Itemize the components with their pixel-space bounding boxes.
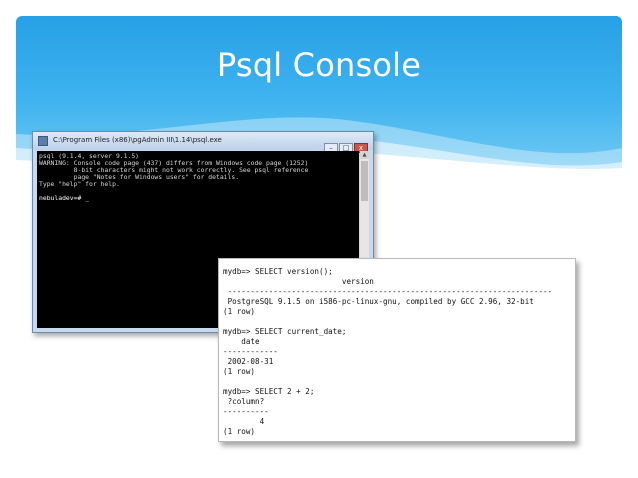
console-prompt[interactable]: nebuladev=# _ [39, 195, 89, 202]
slide: Psql Console C:\Program Files (x86)\pgAd… [0, 0, 638, 478]
console-app-icon [38, 136, 48, 146]
output-line: ?column? [223, 397, 265, 406]
output-line: mydb=> SELECT current_date; [223, 327, 347, 336]
output-line: 4 [223, 417, 265, 426]
output-line: 2002-08-31 [223, 357, 274, 366]
window-titlebar[interactable]: C:\Program Files (x86)\pgAdmin III\1.14\… [33, 132, 373, 153]
output-line: (1 row) [223, 307, 256, 316]
scroll-thumb[interactable] [361, 161, 368, 201]
slide-title: Psql Console [216, 46, 422, 84]
output-line: ----------------------------------------… [223, 287, 553, 296]
output-line: (1 row) [223, 367, 256, 376]
query-output-panel: mydb=> SELECT version(); version -------… [218, 258, 576, 442]
output-line: mydb=> SELECT version(); [223, 267, 333, 276]
window-title: C:\Program Files (x86)\pgAdmin III\1.14\… [53, 136, 222, 144]
output-line: mydb=> SELECT 2 + 2; [223, 387, 315, 396]
output-line: ------------ [223, 347, 278, 356]
output-line: (1 row) [223, 427, 256, 436]
output-line: version [223, 277, 374, 286]
output-line: ---------- [223, 407, 269, 416]
output-line: date [223, 337, 260, 346]
output-line: PostgreSQL 9.1.5 on i586-pc-linux-gnu, c… [223, 297, 534, 306]
scroll-up-arrow-icon[interactable]: ▲ [360, 151, 369, 159]
console-line: Type "help" for help. [39, 180, 120, 188]
